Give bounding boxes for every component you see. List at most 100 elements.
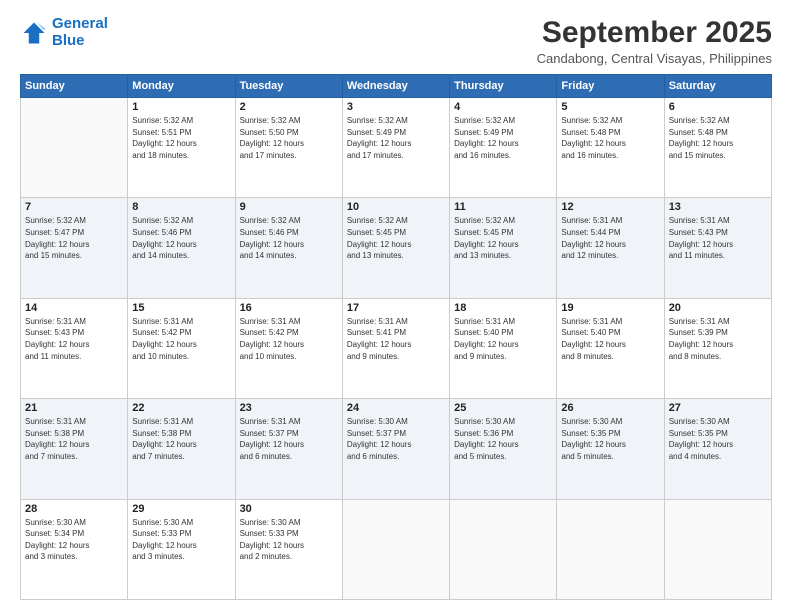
calendar-cell: 15 Sunrise: 5:31 AM Sunset: 5:42 PM Dayli…	[128, 298, 235, 398]
day-info: Sunrise: 5:31 AM Sunset: 5:42 PM Dayligh…	[132, 316, 230, 362]
calendar-subtitle: Candabong, Central Visayas, Philippines	[537, 51, 772, 66]
calendar-cell: 1 Sunrise: 5:32 AM Sunset: 5:51 PM Daylig…	[128, 98, 235, 198]
calendar-cell: 8Sunrise: 5:32 AM Sunset: 5:46 PM Daylig…	[128, 198, 235, 298]
calendar-cell	[664, 499, 771, 599]
logo: General Blue	[20, 16, 108, 49]
day-number: 18	[454, 302, 552, 314]
calendar-cell: 7 Sunrise: 5:32 AM Sunset: 5:47 PM Daylig…	[21, 198, 128, 298]
day-info: Sunrise: 5:31 AM Sunset: 5:39 PM Dayligh…	[669, 316, 767, 362]
calendar-cell: 2 Sunrise: 5:32 AM Sunset: 5:50 PM Daylig…	[235, 98, 342, 198]
day-number: 14	[25, 302, 123, 314]
day-number: 7	[25, 201, 123, 213]
calendar-cell: 28 Sunrise: 5:30 AM Sunset: 5:34 PM Dayli…	[21, 499, 128, 599]
day-number: 4	[454, 101, 552, 113]
calendar-cell	[342, 499, 449, 599]
title-block: September 2025 Candabong, Central Visaya…	[537, 16, 772, 66]
day-number: 22	[132, 402, 230, 414]
day-info: Sunrise: 5:32 AM Sunset: 5:51 PM Dayligh…	[132, 115, 230, 161]
day-info: Sunrise: 5:32 AM Sunset: 5:48 PM Dayligh…	[669, 115, 767, 161]
day-info: Sunrise: 5:30 AM Sunset: 5:36 PM Dayligh…	[454, 416, 552, 462]
day-info: Sunrise: 5:32 AM Sunset: 5:46 PM Dayligh…	[240, 215, 338, 261]
calendar-cell: 24Sunrise: 5:30 AM Sunset: 5:37 PM Dayli…	[342, 399, 449, 499]
day-info: Sunrise: 5:32 AM Sunset: 5:45 PM Dayligh…	[454, 215, 552, 261]
calendar-cell: 16 Sunrise: 5:31 AM Sunset: 5:42 PM Dayli…	[235, 298, 342, 398]
calendar-table: SundayMondayTuesdayWednesdayThursdayFrid…	[20, 74, 772, 600]
day-number: 5	[561, 101, 659, 113]
calendar-week-3: 14 Sunrise: 5:31 AM Sunset: 5:43 PM Dayli…	[21, 298, 772, 398]
header-day-tuesday: Tuesday	[235, 75, 342, 98]
day-info: Sunrise: 5:32 AM Sunset: 5:49 PM Dayligh…	[454, 115, 552, 161]
calendar-cell: 20 Sunrise: 5:31 AM Sunset: 5:39 PM Dayli…	[664, 298, 771, 398]
day-number: 1	[132, 101, 230, 113]
day-number: 3	[347, 101, 445, 113]
day-info: Sunrise: 5:32 AM Sunset: 5:47 PM Dayligh…	[25, 215, 123, 261]
day-info: Sunrise: 5:32 AM Sunset: 5:49 PM Dayligh…	[347, 115, 445, 161]
calendar-cell: 13 Sunrise: 5:31 AM Sunset: 5:43 PM Dayli…	[664, 198, 771, 298]
day-number: 6	[669, 101, 767, 113]
calendar-cell: 17 Sunrise: 5:31 AM Sunset: 5:41 PM Dayli…	[342, 298, 449, 398]
day-number: 23	[240, 402, 338, 414]
calendar-cell: 26Sunrise: 5:30 AM Sunset: 5:35 PM Dayli…	[557, 399, 664, 499]
day-info: Sunrise: 5:31 AM Sunset: 5:37 PM Dayligh…	[240, 416, 338, 462]
day-info: Sunrise: 5:31 AM Sunset: 5:38 PM Dayligh…	[132, 416, 230, 462]
day-info: Sunrise: 5:30 AM Sunset: 5:33 PM Dayligh…	[240, 517, 338, 563]
calendar-week-2: 7 Sunrise: 5:32 AM Sunset: 5:47 PM Daylig…	[21, 198, 772, 298]
calendar-cell	[557, 499, 664, 599]
calendar-cell: 19Sunrise: 5:31 AM Sunset: 5:40 PM Dayli…	[557, 298, 664, 398]
day-number: 8	[132, 201, 230, 213]
calendar-title: September 2025	[537, 16, 772, 49]
calendar-cell	[21, 98, 128, 198]
header-day-friday: Friday	[557, 75, 664, 98]
day-number: 16	[240, 302, 338, 314]
day-number: 21	[25, 402, 123, 414]
day-info: Sunrise: 5:31 AM Sunset: 5:41 PM Dayligh…	[347, 316, 445, 362]
day-number: 12	[561, 201, 659, 213]
logo-text: General Blue	[52, 16, 108, 49]
header-day-monday: Monday	[128, 75, 235, 98]
day-number: 2	[240, 101, 338, 113]
day-info: Sunrise: 5:32 AM Sunset: 5:45 PM Dayligh…	[347, 215, 445, 261]
calendar-cell: 23 Sunrise: 5:31 AM Sunset: 5:37 PM Dayli…	[235, 399, 342, 499]
logo-icon	[20, 19, 48, 47]
day-info: Sunrise: 5:31 AM Sunset: 5:43 PM Dayligh…	[669, 215, 767, 261]
day-info: Sunrise: 5:30 AM Sunset: 5:33 PM Dayligh…	[132, 517, 230, 563]
day-number: 27	[669, 402, 767, 414]
day-info: Sunrise: 5:30 AM Sunset: 5:37 PM Dayligh…	[347, 416, 445, 462]
day-info: Sunrise: 5:31 AM Sunset: 5:42 PM Dayligh…	[240, 316, 338, 362]
day-info: Sunrise: 5:30 AM Sunset: 5:35 PM Dayligh…	[561, 416, 659, 462]
day-number: 15	[132, 302, 230, 314]
calendar-week-4: 21 Sunrise: 5:31 AM Sunset: 5:38 PM Dayli…	[21, 399, 772, 499]
day-number: 10	[347, 201, 445, 213]
calendar-cell: 21Sunrise: 5:31 AM Sunset: 5:38 PM Dayli…	[21, 399, 128, 499]
day-number: 17	[347, 302, 445, 314]
day-number: 29	[132, 503, 230, 515]
calendar-header-row: SundayMondayTuesdayWednesdayThursdayFrid…	[21, 75, 772, 98]
calendar-cell: 25Sunrise: 5:30 AM Sunset: 5:36 PM Dayli…	[450, 399, 557, 499]
day-number: 30	[240, 503, 338, 515]
calendar-cell: 22 Sunrise: 5:31 AM Sunset: 5:38 PM Dayli…	[128, 399, 235, 499]
calendar-cell: 10 Sunrise: 5:32 AM Sunset: 5:45 PM Dayli…	[342, 198, 449, 298]
day-number: 13	[669, 201, 767, 213]
calendar-cell: 14 Sunrise: 5:31 AM Sunset: 5:43 PM Dayli…	[21, 298, 128, 398]
day-number: 9	[240, 201, 338, 213]
header: General Blue September 2025 Candabong, C…	[20, 16, 772, 66]
day-info: Sunrise: 5:32 AM Sunset: 5:50 PM Dayligh…	[240, 115, 338, 161]
calendar-cell: 27Sunrise: 5:30 AM Sunset: 5:35 PM Dayli…	[664, 399, 771, 499]
page: General Blue September 2025 Candabong, C…	[0, 0, 792, 612]
calendar-cell: 18Sunrise: 5:31 AM Sunset: 5:40 PM Dayli…	[450, 298, 557, 398]
day-info: Sunrise: 5:32 AM Sunset: 5:48 PM Dayligh…	[561, 115, 659, 161]
header-day-saturday: Saturday	[664, 75, 771, 98]
calendar-week-1: 1 Sunrise: 5:32 AM Sunset: 5:51 PM Daylig…	[21, 98, 772, 198]
header-day-wednesday: Wednesday	[342, 75, 449, 98]
day-number: 28	[25, 503, 123, 515]
day-info: Sunrise: 5:30 AM Sunset: 5:34 PM Dayligh…	[25, 517, 123, 563]
calendar-cell: 6 Sunrise: 5:32 AM Sunset: 5:48 PM Daylig…	[664, 98, 771, 198]
calendar-cell: 30 Sunrise: 5:30 AM Sunset: 5:33 PM Dayli…	[235, 499, 342, 599]
day-info: Sunrise: 5:31 AM Sunset: 5:43 PM Dayligh…	[25, 316, 123, 362]
day-number: 20	[669, 302, 767, 314]
day-info: Sunrise: 5:31 AM Sunset: 5:40 PM Dayligh…	[561, 316, 659, 362]
calendar-cell: 11 Sunrise: 5:32 AM Sunset: 5:45 PM Dayli…	[450, 198, 557, 298]
calendar-cell: 4 Sunrise: 5:32 AM Sunset: 5:49 PM Daylig…	[450, 98, 557, 198]
calendar-cell: 5 Sunrise: 5:32 AM Sunset: 5:48 PM Daylig…	[557, 98, 664, 198]
day-number: 11	[454, 201, 552, 213]
